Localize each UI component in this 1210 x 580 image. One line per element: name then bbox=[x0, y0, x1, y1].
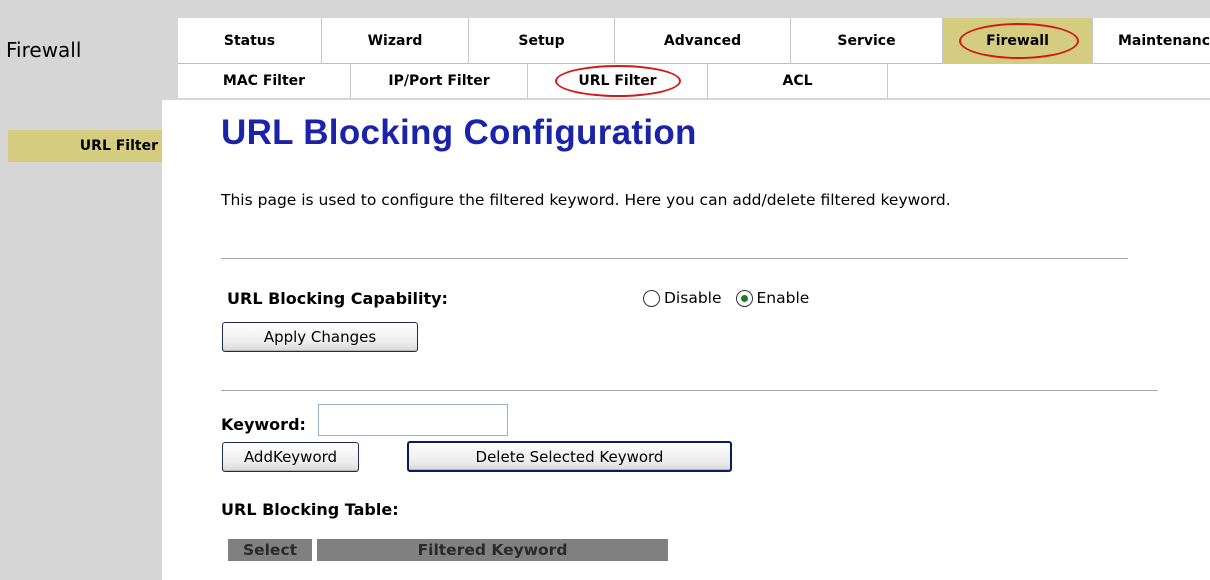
disable-radio[interactable] bbox=[643, 289, 660, 307]
tab-status[interactable]: Status bbox=[178, 18, 322, 64]
sidebar-item-label: URL Filter bbox=[79, 138, 158, 154]
section-title: Firewall bbox=[6, 38, 82, 62]
tab-label: Status bbox=[223, 33, 276, 49]
table-title: URL Blocking Table: bbox=[221, 500, 399, 519]
subtab-ip-port-filter[interactable]: IP/Port Filter bbox=[351, 64, 528, 98]
sub-nav-tabs: MAC Filter IP/Port Filter URL Filter ACL bbox=[178, 64, 1210, 98]
tab-maintenance[interactable]: Maintenance bbox=[1093, 18, 1210, 64]
tab-label: ACL bbox=[782, 73, 813, 89]
tab-label: Maintenance bbox=[1118, 33, 1210, 49]
enable-radio[interactable] bbox=[735, 289, 753, 307]
subtab-url-filter[interactable]: URL Filter bbox=[528, 64, 708, 98]
top-header: Firewall Status Wizard Setup Advanced Se… bbox=[0, 0, 1210, 100]
sidebar-item-url-filter[interactable]: URL Filter bbox=[8, 130, 162, 162]
capability-radio-group: Disable Enable bbox=[643, 289, 823, 307]
tab-label: Service bbox=[837, 33, 896, 49]
divider bbox=[221, 390, 1158, 391]
enable-radio-label[interactable]: Enable bbox=[757, 289, 810, 307]
subtab-mac-filter[interactable]: MAC Filter bbox=[178, 64, 351, 98]
capability-label: URL Blocking Capability: bbox=[227, 289, 448, 308]
disable-radio-label[interactable]: Disable bbox=[664, 289, 722, 307]
delete-selected-keyword-button[interactable]: Delete Selected Keyword bbox=[407, 441, 732, 472]
tab-wizard[interactable]: Wizard bbox=[322, 18, 469, 64]
tab-label: Setup bbox=[518, 33, 565, 49]
tab-label: IP/Port Filter bbox=[388, 73, 490, 89]
divider bbox=[221, 258, 1128, 259]
keyword-label: Keyword: bbox=[221, 415, 306, 434]
add-keyword-button[interactable]: AddKeyword bbox=[222, 442, 359, 472]
tab-service[interactable]: Service bbox=[791, 18, 943, 64]
page-title: URL Blocking Configuration bbox=[221, 113, 697, 152]
subtab-empty bbox=[888, 64, 1210, 98]
page-description: This page is used to configure the filte… bbox=[221, 191, 951, 209]
table-header-filtered-keyword: Filtered Keyword bbox=[317, 539, 668, 561]
apply-changes-button[interactable]: Apply Changes bbox=[222, 322, 418, 352]
tab-setup[interactable]: Setup bbox=[469, 18, 615, 64]
tab-label: Wizard bbox=[367, 33, 423, 49]
tab-label: URL Filter bbox=[578, 73, 657, 89]
keyword-input[interactable] bbox=[318, 404, 508, 436]
tab-label: MAC Filter bbox=[222, 73, 306, 89]
main-nav-tabs: Status Wizard Setup Advanced Service Fir… bbox=[178, 18, 1210, 64]
subtab-acl[interactable]: ACL bbox=[708, 64, 888, 98]
tab-label: Firewall bbox=[986, 33, 1049, 49]
left-sidebar: URL Filter bbox=[0, 100, 162, 580]
table-header-select: Select bbox=[228, 539, 312, 561]
tab-advanced[interactable]: Advanced bbox=[615, 18, 791, 64]
tab-label: Advanced bbox=[663, 33, 742, 49]
radio-selected-dot bbox=[740, 294, 748, 302]
tab-firewall[interactable]: Firewall bbox=[943, 18, 1093, 64]
